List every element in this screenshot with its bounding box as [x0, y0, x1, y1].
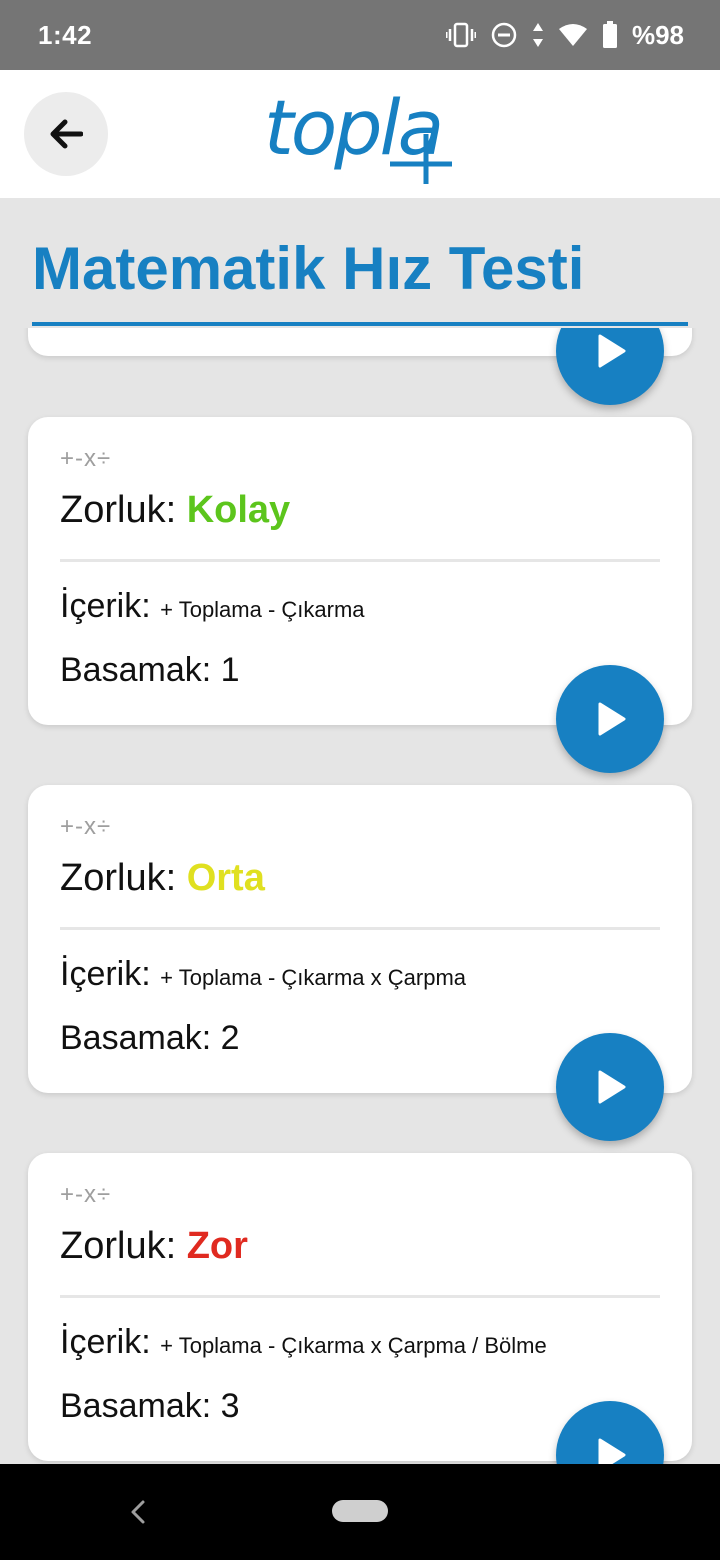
content-label: İçerik: — [60, 587, 151, 625]
difficulty-value: Orta — [186, 857, 265, 899]
difficulty-row: Zorluk: Zor — [60, 1225, 248, 1268]
data-arrows-icon — [532, 23, 543, 47]
play-icon — [598, 334, 626, 368]
dnd-icon — [491, 22, 517, 48]
content-value: + Toplama - Çıkarma — [160, 597, 365, 622]
nav-home-pill[interactable] — [332, 1500, 388, 1522]
difficulty-value: Kolay — [186, 489, 291, 531]
nav-back-icon[interactable] — [128, 1498, 148, 1526]
operations-icon: +-x÷ — [60, 445, 112, 472]
plus-icon — [390, 134, 452, 184]
difficulty-row: Zorluk: Orta — [60, 857, 265, 900]
status-bar: 1:42 %98 — [0, 0, 720, 70]
app-bar: topla — [0, 70, 720, 198]
digits-text: Basamak: 2 — [60, 1019, 240, 1057]
content-value: + Toplama - Çıkarma x Çarpma / Bölme — [160, 1333, 547, 1358]
divider — [60, 559, 660, 562]
status-icons: %98 — [445, 19, 684, 51]
play-button[interactable] — [556, 328, 664, 405]
battery-level: %98 — [631, 19, 684, 50]
content-row: İçerik: + Toplama - Çıkarma x Çarpma — [60, 955, 466, 994]
divider — [60, 1295, 660, 1298]
test-list[interactable]: +-x÷ Zorluk: Kolay İçerik: + Toplama - Ç… — [0, 328, 720, 1464]
content-label: İçerik: — [60, 955, 151, 993]
content-value: + Toplama - Çıkarma x Çarpma — [160, 965, 467, 990]
arrow-left-icon — [50, 119, 83, 149]
title-underline — [32, 322, 688, 326]
vibrate-icon — [445, 22, 476, 48]
divider — [60, 927, 660, 930]
wifi-icon — [558, 24, 587, 46]
content-label: İçerik: — [60, 1323, 151, 1361]
difficulty-value: Zor — [186, 1225, 248, 1267]
play-icon — [598, 1070, 626, 1104]
play-button[interactable] — [556, 665, 664, 773]
play-icon — [598, 1438, 626, 1464]
status-time: 1:42 — [38, 19, 93, 50]
digits-text: Basamak: 3 — [60, 1387, 240, 1425]
difficulty-label: Zorluk: — [60, 1225, 177, 1267]
difficulty-label: Zorluk: — [60, 489, 177, 531]
operations-icon: +-x÷ — [60, 1181, 112, 1208]
battery-icon — [602, 21, 617, 48]
play-button[interactable] — [556, 1033, 664, 1141]
difficulty-row: Zorluk: Kolay — [60, 489, 290, 532]
system-nav-bar — [0, 1464, 720, 1560]
digits-text: Basamak: 1 — [60, 651, 240, 689]
operations-icon: +-x÷ — [60, 813, 112, 840]
back-button[interactable] — [24, 92, 108, 176]
difficulty-label: Zorluk: — [60, 857, 177, 899]
content-row: İçerik: + Toplama - Çıkarma — [60, 587, 365, 626]
page-header: Matematik Hız Testi — [0, 198, 720, 328]
page-title: Matematik Hız Testi — [32, 235, 585, 302]
play-icon — [598, 702, 626, 736]
app-logo: topla — [264, 78, 464, 190]
content-row: İçerik: + Toplama - Çıkarma x Çarpma / B… — [60, 1323, 547, 1362]
